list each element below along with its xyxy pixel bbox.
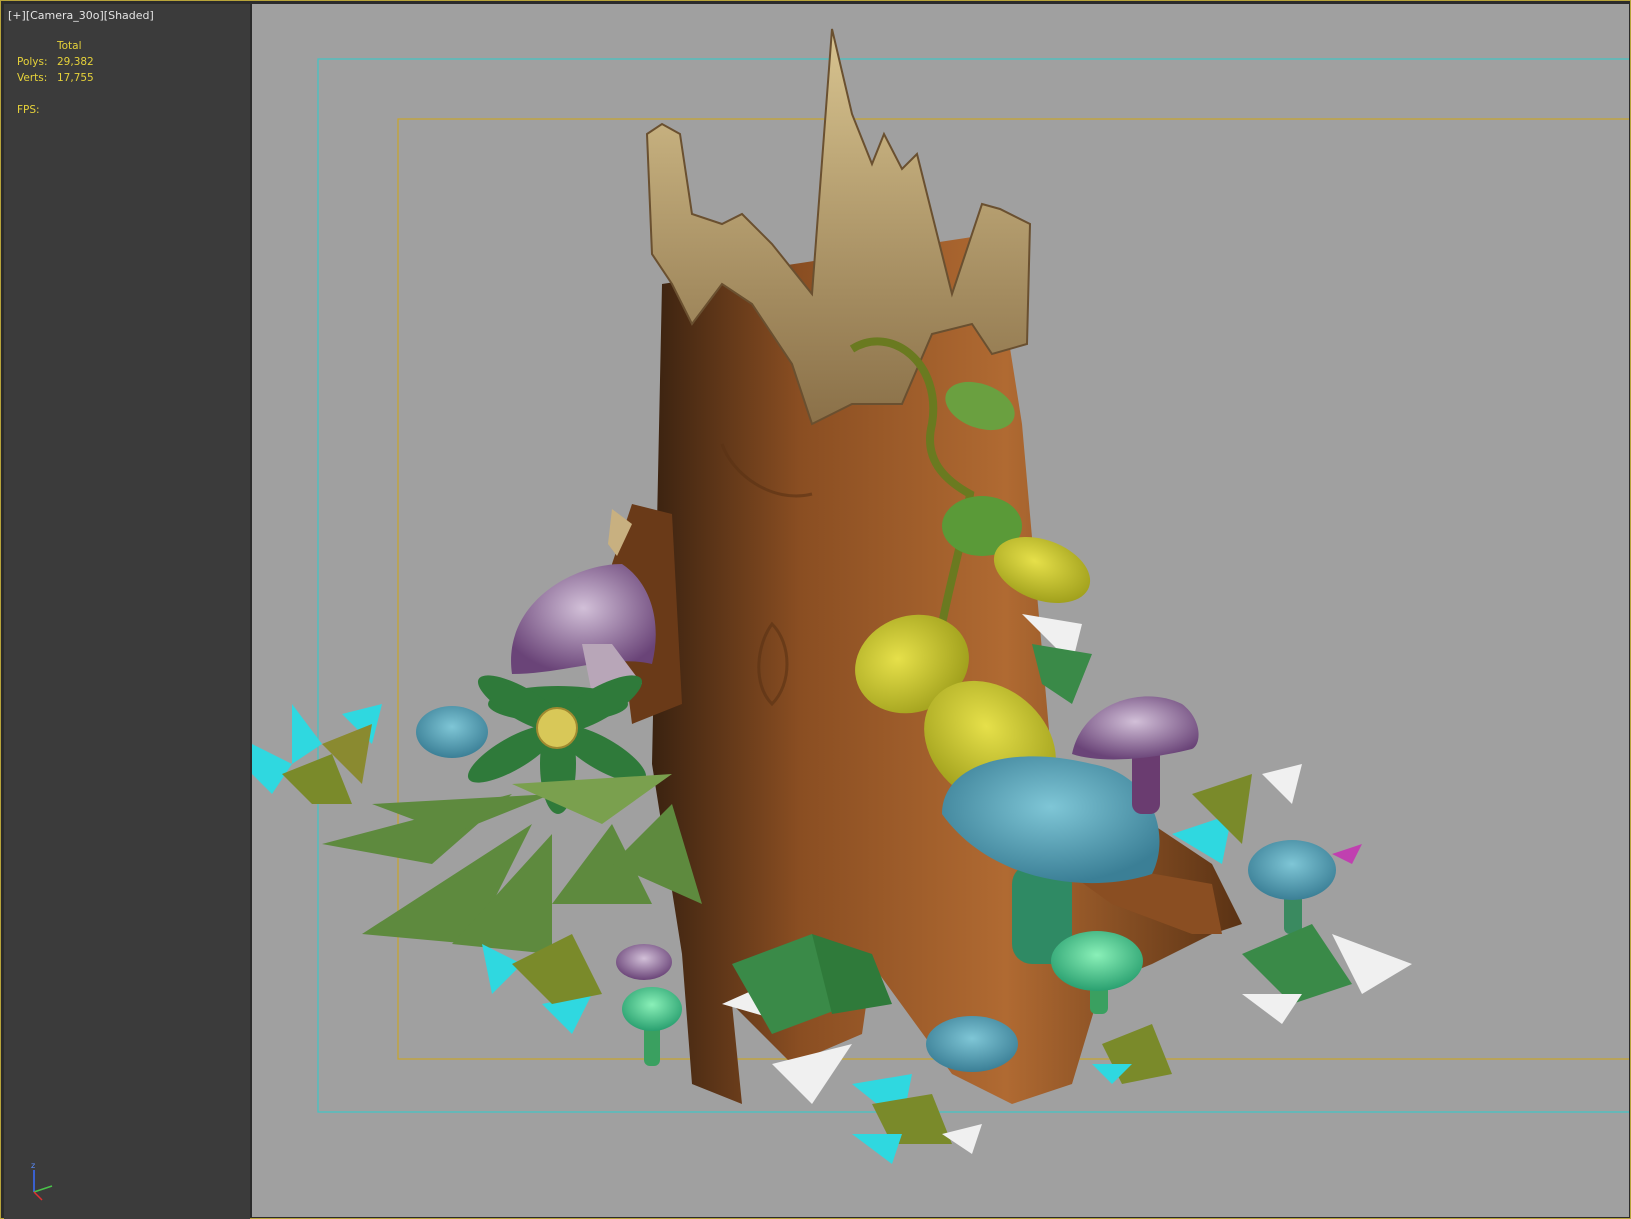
axis-z-label: z [31, 1162, 35, 1170]
viewport-label[interactable]: [+][Camera_30o][Shaded] [8, 9, 154, 22]
viewport-menu-plus[interactable]: [+] [8, 9, 26, 22]
polys-value: 29,382 [57, 56, 94, 68]
fps-label: FPS: [17, 104, 40, 116]
blue-mushroom-small-left[interactable] [416, 706, 488, 758]
viewport-canvas[interactable] [252, 4, 1629, 1217]
stats-total-header: Total [57, 40, 82, 52]
tree-stump-model[interactable] [608, 28, 1242, 1104]
polys-label: Polys: [17, 56, 48, 68]
verts-label: Verts: [17, 72, 48, 84]
purple-mushroom-large[interactable] [511, 564, 656, 694]
fern-plant[interactable] [322, 774, 702, 954]
axis-tripod-icon: z [31, 1162, 53, 1201]
viewport-camera-label[interactable]: [Camera_30o] [26, 9, 104, 22]
stats-panel: [+][Camera_30o][Shaded] Total Polys: 29,… [4, 4, 250, 1219]
viewport-shading-label[interactable]: [Shaded] [104, 9, 154, 22]
scene-render [252, 28, 1629, 1164]
verts-value: 17,755 [57, 72, 94, 84]
